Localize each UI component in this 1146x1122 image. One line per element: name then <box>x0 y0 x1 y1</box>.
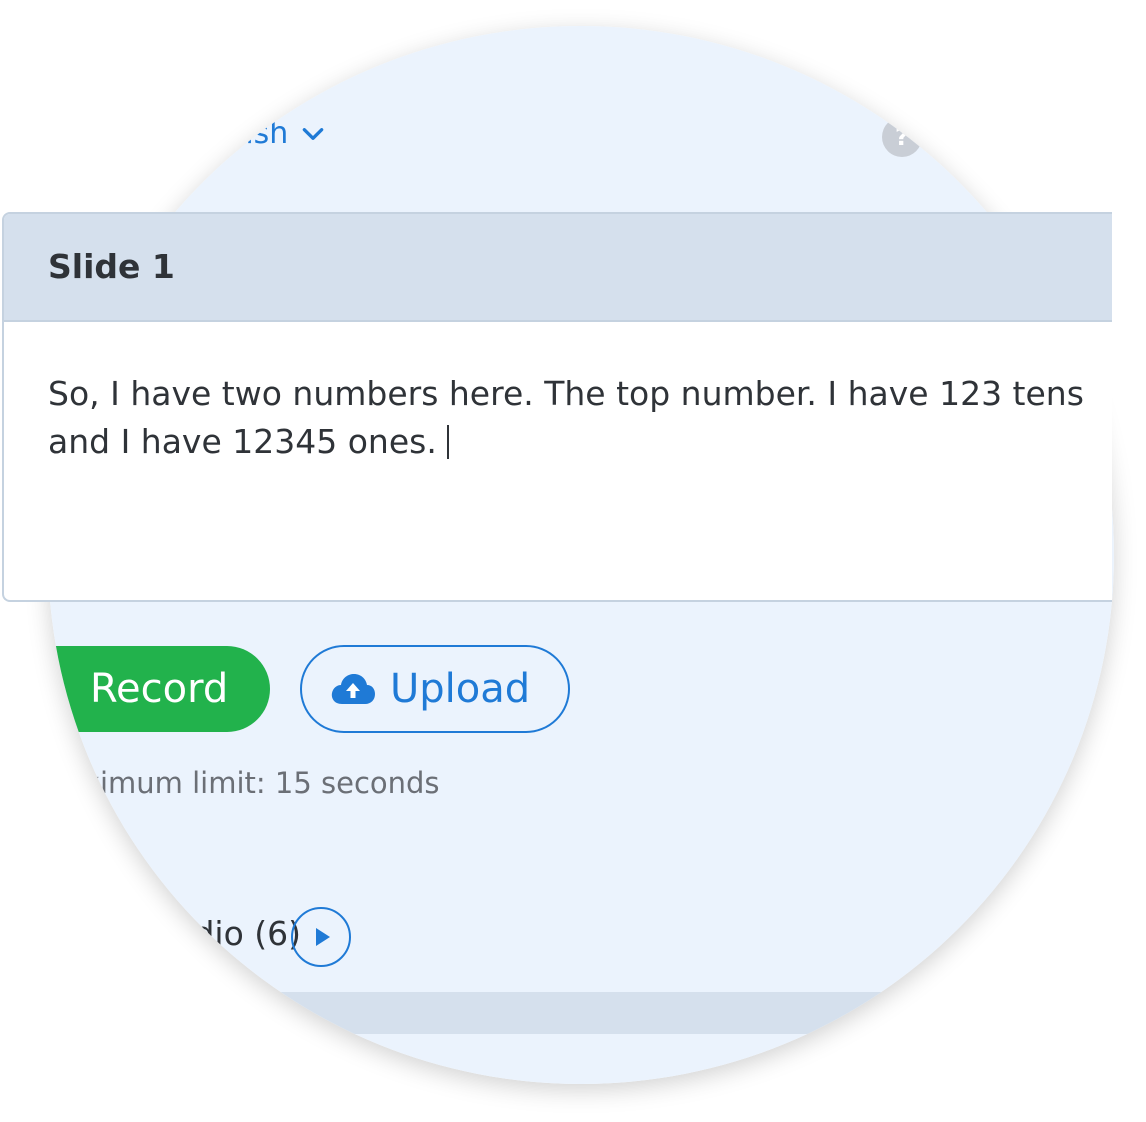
upload-button[interactable]: Upload <box>300 645 570 733</box>
slide-script-textarea[interactable]: So, I have two numbers here. The top num… <box>4 322 1112 466</box>
help-icon[interactable]: ? <box>882 117 922 157</box>
slide-title: Slide 1 <box>4 214 1112 322</box>
language-label: English <box>180 116 289 151</box>
upload-label: Upload <box>390 666 531 712</box>
play-icon <box>316 928 330 946</box>
slide-card: Slide 1 So, I have two numbers here. The… <box>2 212 1112 602</box>
duration-limit-text: Maximum limit: 15 seconds <box>48 766 440 800</box>
next-slide-header <box>48 992 1114 1034</box>
script-line-1: So, I have two numbers here. The top num… <box>48 374 1084 413</box>
script-line-2-text: and I have 12345 ones. <box>48 422 437 461</box>
script-line-2: and I have 12345 ones. <box>48 418 1112 466</box>
cloud-upload-icon <box>331 674 375 704</box>
chevron-down-icon <box>303 127 324 140</box>
record-button[interactable]: Record <box>48 646 270 732</box>
record-label: Record <box>90 666 229 712</box>
text-caret <box>446 425 449 459</box>
audio-count-label: Audio (6) <box>150 914 302 953</box>
language-selector[interactable]: English <box>180 116 326 151</box>
play-button[interactable] <box>291 907 351 967</box>
